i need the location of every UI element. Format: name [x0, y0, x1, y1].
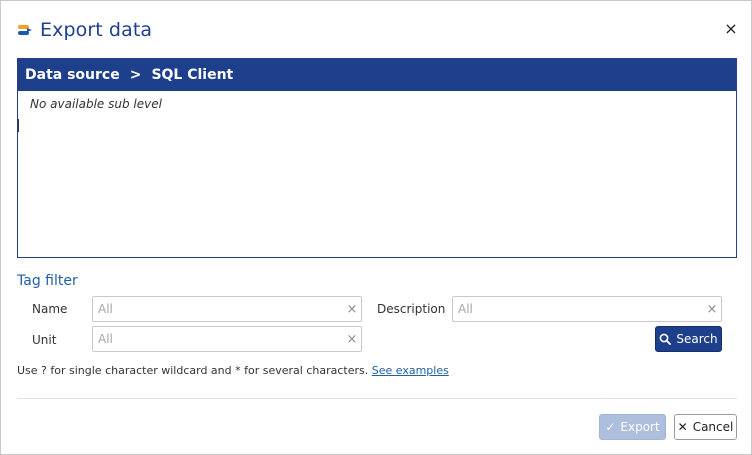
export-button-label: Export [620, 420, 660, 434]
search-button-label: Search [676, 332, 718, 346]
breadcrumb: Data source > SQL Client [18, 59, 736, 91]
breadcrumb-item-sql-client: SQL Client [151, 67, 234, 83]
name-field: × [92, 296, 362, 322]
breadcrumb-separator: > [129, 67, 142, 83]
export-button[interactable]: ✓ Export [599, 414, 666, 440]
name-label: Name [32, 302, 68, 316]
data-source-browser: Data source > SQL Client No available su… [17, 58, 737, 258]
tag-filter-title: Tag filter [17, 273, 78, 289]
cancel-button[interactable]: ✕ Cancel [674, 414, 737, 440]
dialog-title-bar: Export data [17, 18, 152, 42]
close-button[interactable]: × [721, 19, 741, 39]
unit-field: × [92, 326, 362, 352]
export-data-dialog: Export data × Data source > SQL Client N… [0, 0, 752, 455]
description-input[interactable] [453, 297, 703, 321]
text-cursor [18, 119, 19, 132]
search-icon [659, 333, 672, 345]
wildcard-hint-text: Use ? for single character wildcard and … [17, 364, 369, 377]
see-examples-link[interactable]: See examples [372, 364, 449, 377]
cancel-icon: ✕ [677, 420, 688, 434]
empty-list-message: No available sub level [30, 97, 162, 111]
export-data-icon [17, 22, 33, 38]
search-button[interactable]: Search [655, 326, 722, 352]
clear-description-icon[interactable]: × [703, 302, 721, 317]
description-field: × [452, 296, 722, 322]
wildcard-hint: Use ? for single character wildcard and … [17, 364, 449, 377]
cancel-button-label: Cancel [692, 420, 734, 434]
clear-name-icon[interactable]: × [343, 302, 361, 317]
breadcrumb-item-data-source[interactable]: Data source [25, 67, 120, 83]
check-icon: ✓ [605, 420, 616, 434]
description-label: Description [377, 302, 446, 316]
name-input[interactable] [93, 297, 343, 321]
clear-unit-icon[interactable]: × [343, 332, 361, 347]
unit-input[interactable] [93, 327, 343, 351]
dialog-title: Export data [40, 19, 153, 41]
unit-label: Unit [32, 333, 57, 347]
footer-divider [17, 398, 737, 399]
